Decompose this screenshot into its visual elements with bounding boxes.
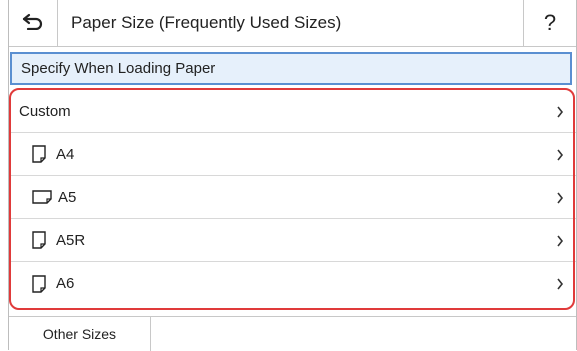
chevron-right-icon <box>556 90 564 133</box>
list-item-a5r[interactable]: A5R <box>9 219 576 262</box>
header-bar: Paper Size (Frequently Used Sizes) ? <box>9 0 576 47</box>
list-item-label: Custom <box>19 102 71 120</box>
page-title: Paper Size (Frequently Used Sizes) <box>71 13 342 32</box>
other-sizes-button[interactable]: Other Sizes <box>9 317 151 351</box>
back-button[interactable] <box>9 0 58 46</box>
help-icon: ? <box>543 10 557 35</box>
list-item-a5[interactable]: A5 <box>9 176 576 219</box>
portrait-paper-icon <box>32 145 46 163</box>
chevron-right-icon <box>556 219 564 262</box>
list-item-a4[interactable]: A4 <box>9 133 576 176</box>
chevron-right-icon <box>556 262 564 305</box>
paper-size-screen: Paper Size (Frequently Used Sizes) ? Spe… <box>8 0 577 351</box>
chevron-right-icon <box>556 176 564 219</box>
back-arrow-icon <box>22 12 44 35</box>
list-item-label: A6 <box>56 275 75 292</box>
list-item-label: A5R <box>56 231 86 249</box>
list-item-a6[interactable]: A6 <box>9 262 576 305</box>
portrait-paper-icon <box>32 231 46 249</box>
chevron-right-icon <box>556 133 564 176</box>
help-button[interactable]: ? <box>523 0 576 46</box>
paper-size-list: Custom A4 A5 A5R A6 <box>9 90 576 305</box>
list-item-label: A4 <box>56 145 75 163</box>
list-item-custom[interactable]: Custom <box>9 90 576 133</box>
specify-when-loading-paper-button[interactable]: Specify When Loading Paper <box>10 52 572 85</box>
portrait-paper-icon <box>32 274 46 293</box>
landscape-paper-icon <box>32 190 52 204</box>
list-item-label: A5 <box>58 188 77 206</box>
footer-bar: Other Sizes <box>9 316 576 351</box>
